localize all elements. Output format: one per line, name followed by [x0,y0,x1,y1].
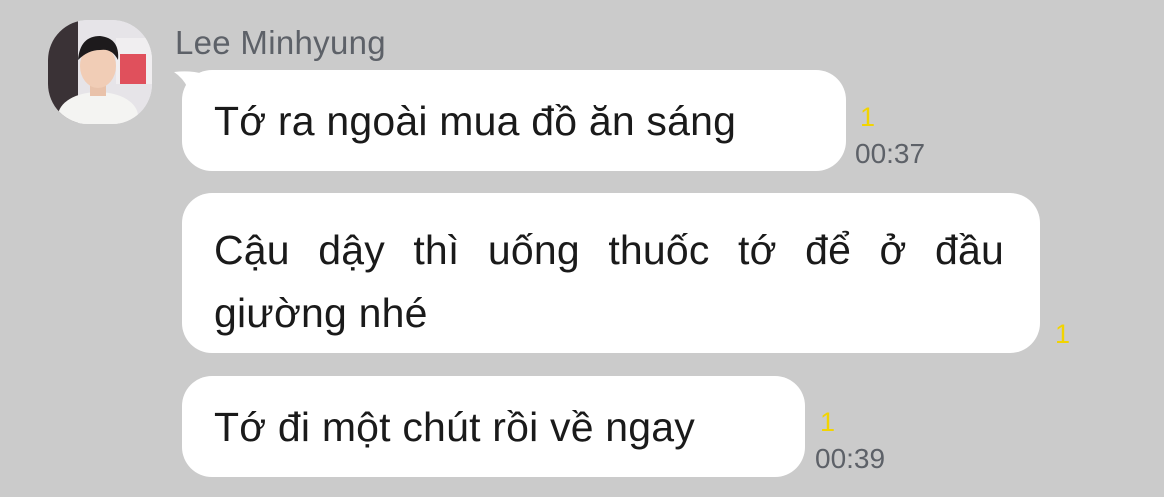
message-bubble[interactable]: Cậu dậy thì uống thuốc tớ để ở đầu giườn… [182,193,1040,353]
unread-count: 1 [820,407,836,437]
sender-avatar[interactable] [48,20,152,124]
message-text: Cậu dậy thì uống thuốc tớ để ở đầu giườn… [214,227,1004,336]
sender-name: Lee Minhyung [175,24,386,61]
message-bubble[interactable]: Tớ ra ngoài mua đồ ăn sáng [182,70,846,171]
message-time: 00:39 [815,443,886,474]
message-bubble[interactable]: Tớ đi một chút rồi về ngay [182,376,805,477]
message-text: Tớ ra ngoài mua đồ ăn sáng [214,98,737,144]
message-text: Tớ đi một chút rồi về ngay [214,404,696,450]
unread-count: 1 [1055,319,1071,349]
profile-photo-icon [48,20,152,124]
message-time: 00:37 [855,138,926,169]
unread-count: 1 [860,102,876,132]
